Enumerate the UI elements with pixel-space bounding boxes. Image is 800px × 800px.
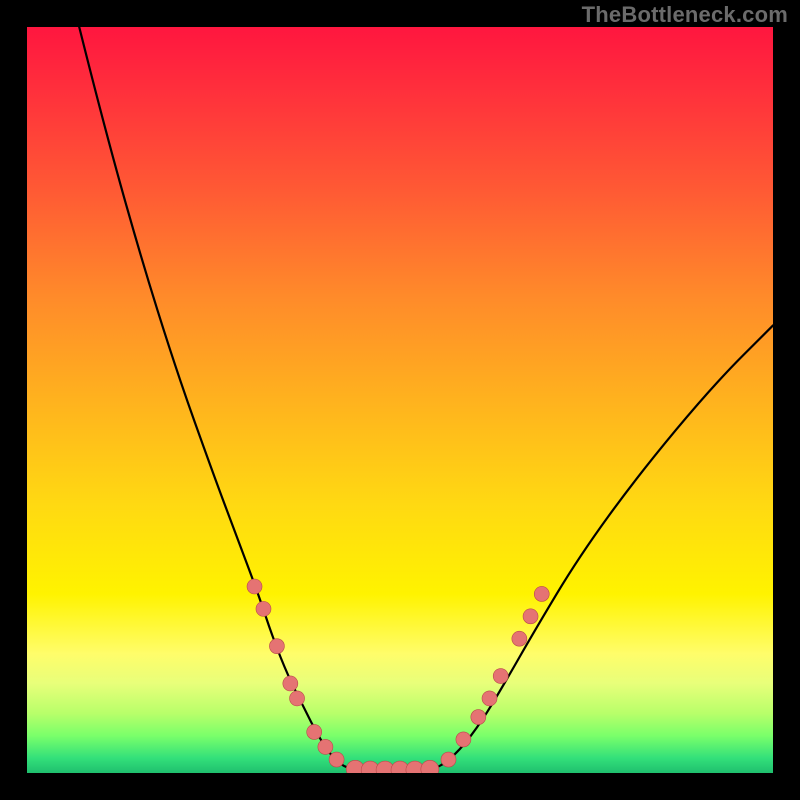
data-dot <box>512 631 527 646</box>
data-dots <box>247 579 549 773</box>
data-dot <box>441 752 456 767</box>
data-dot <box>283 676 298 691</box>
bottleneck-curve <box>79 27 773 771</box>
data-dot <box>493 669 508 684</box>
data-dot <box>329 752 344 767</box>
plot-area <box>27 27 773 773</box>
data-dot <box>247 579 262 594</box>
data-dot <box>471 710 486 725</box>
data-dot <box>256 601 271 616</box>
data-dot <box>523 609 538 624</box>
data-dot <box>269 639 284 654</box>
chart-frame: TheBottleneck.com <box>0 0 800 800</box>
data-dot <box>456 732 471 747</box>
data-dot <box>421 760 439 773</box>
watermark-text: TheBottleneck.com <box>582 2 788 28</box>
data-dot <box>534 586 549 601</box>
data-dot <box>290 691 305 706</box>
data-dot <box>318 739 333 754</box>
curve-svg <box>27 27 773 773</box>
data-dot <box>307 724 322 739</box>
data-dot <box>482 691 497 706</box>
